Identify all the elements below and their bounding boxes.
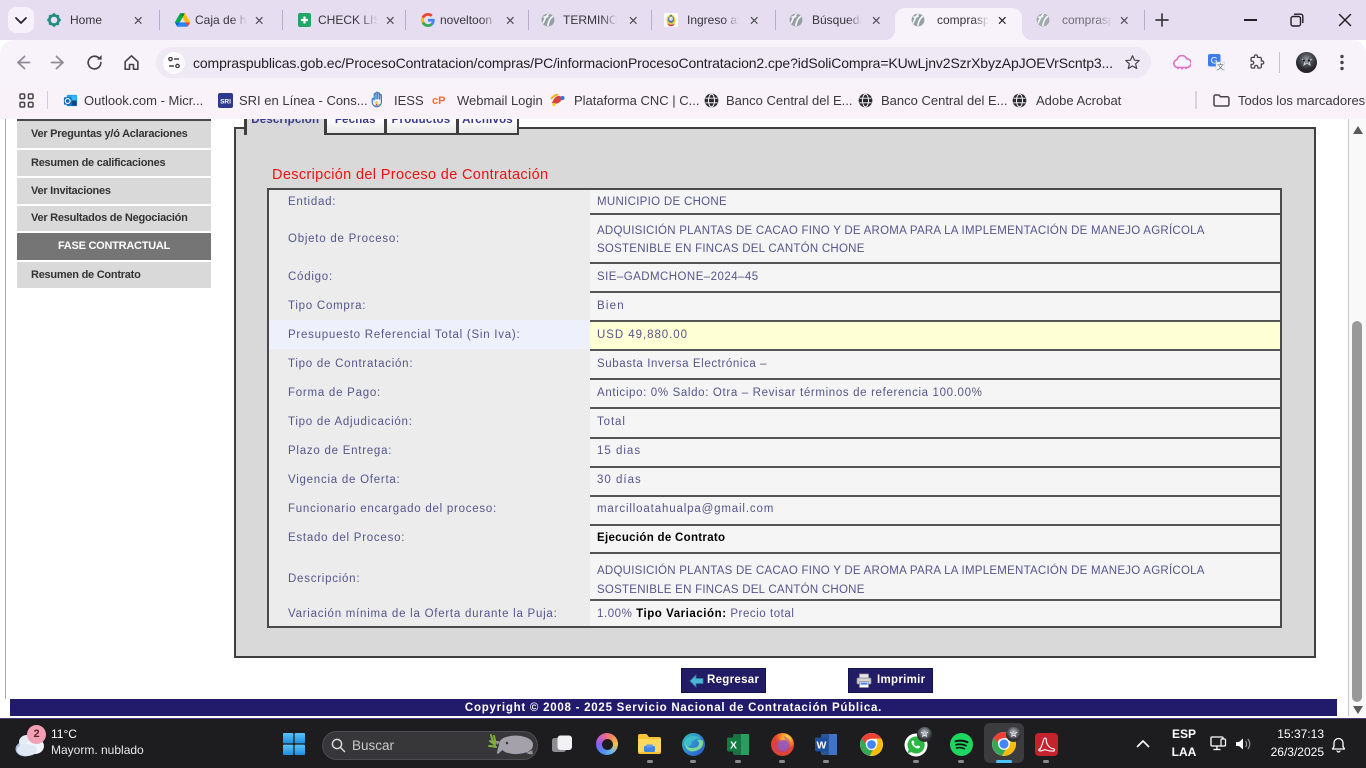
svg-text:X: X (730, 740, 737, 752)
svg-text:W: W (817, 740, 827, 752)
